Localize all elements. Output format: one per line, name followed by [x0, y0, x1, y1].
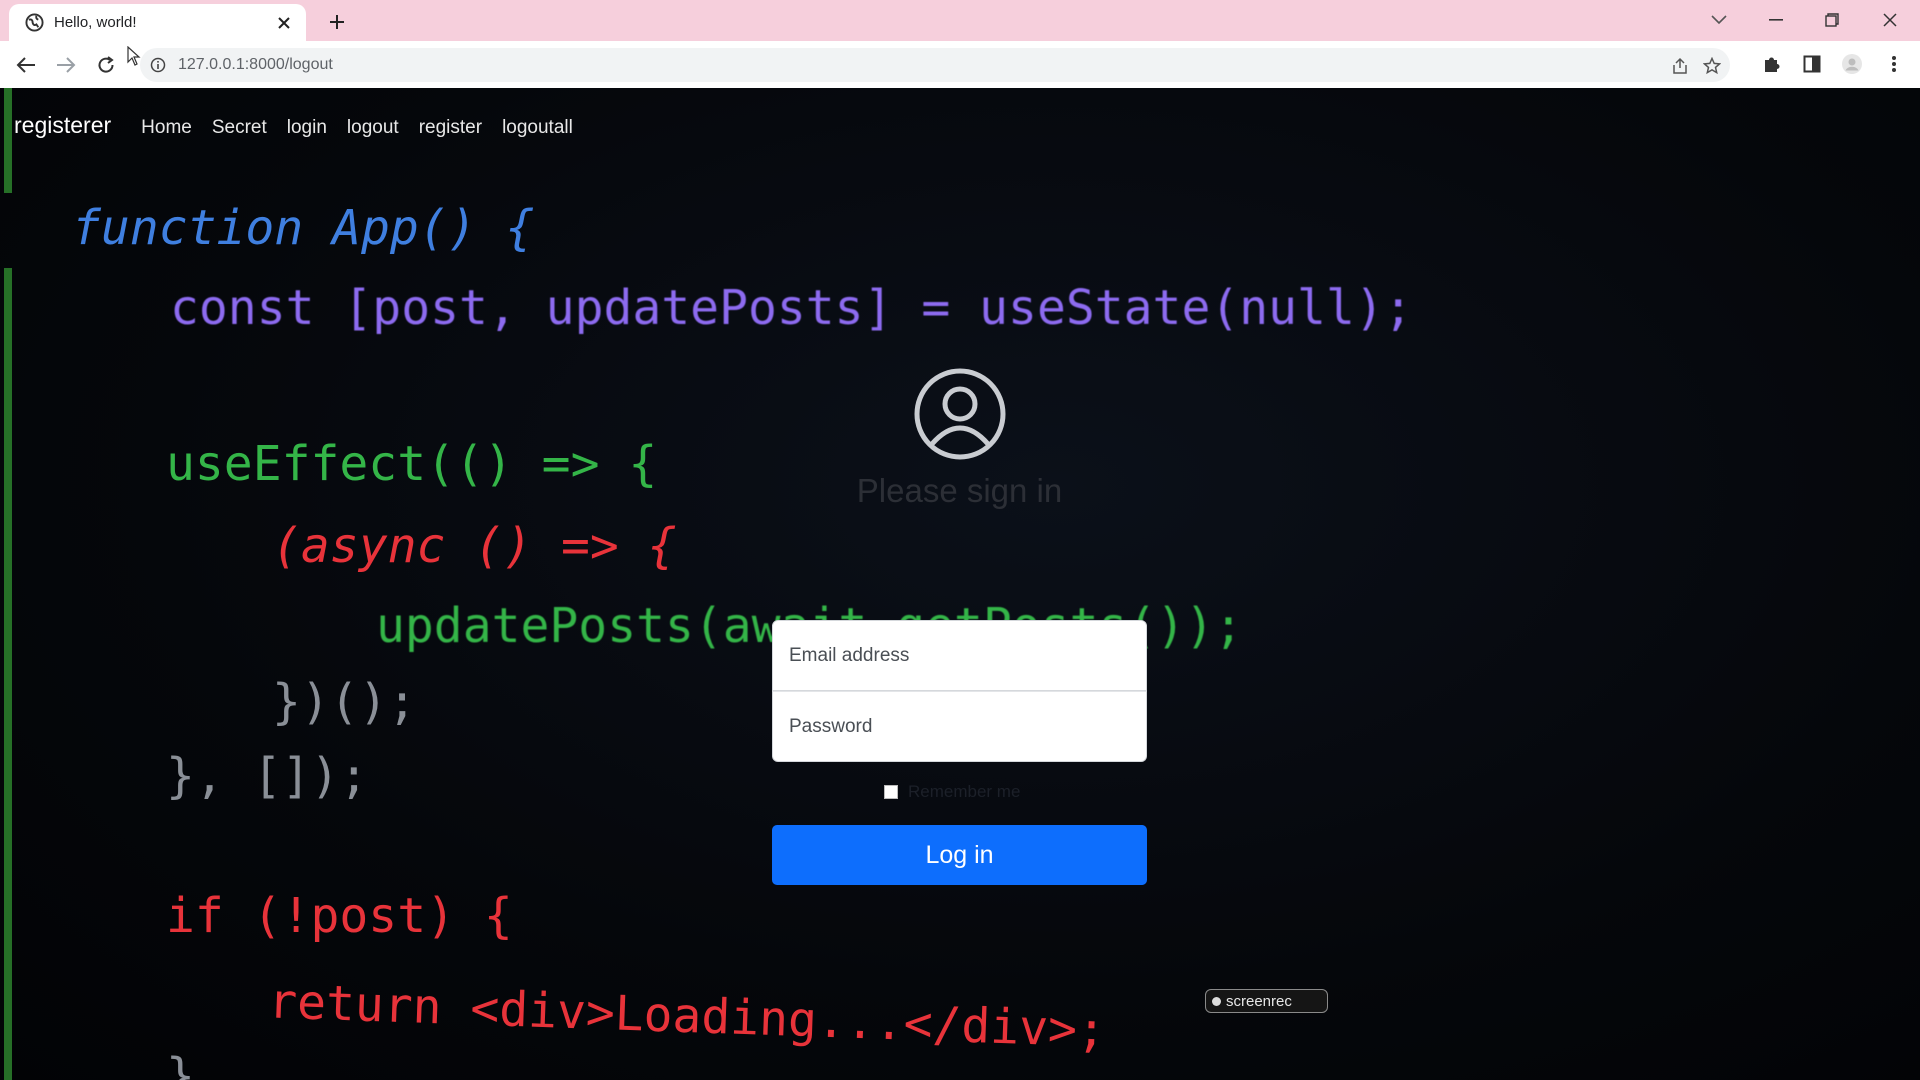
nav-link-home[interactable]: Home	[141, 117, 192, 139]
remember-me-label: Remember me	[908, 782, 1021, 801]
signin-title: Please sign in	[856, 472, 1063, 509]
screenrec-label: screenrec	[1226, 992, 1292, 1010]
kebab-menu-icon[interactable]	[1882, 52, 1906, 76]
record-dot-icon	[1212, 996, 1221, 1006]
remember-me-checkbox[interactable]	[884, 785, 898, 799]
address-bar[interactable]: 127.0.0.1:8000/logout	[140, 48, 1730, 82]
green-accent-bar	[4, 88, 12, 193]
email-field[interactable]: Email address	[772, 620, 1147, 691]
code-line: const [post, updatePosts] = useState(nul…	[170, 280, 1413, 336]
forward-arrow-icon[interactable]	[52, 51, 80, 79]
reload-icon[interactable]	[92, 51, 120, 79]
profile-icon[interactable]	[1840, 52, 1864, 76]
page-viewport: function App() { const [post, updatePost…	[0, 88, 1920, 1080]
code-line: useEffect(() => {	[166, 436, 658, 492]
code-background: function App() { const [post, updatePost…	[0, 88, 1920, 1080]
browser-toolbar: 127.0.0.1:8000/logout	[0, 41, 1920, 88]
code-line: }	[166, 1048, 195, 1080]
browser-tab-strip: Hello, world!	[0, 0, 1920, 41]
tab-title: Hello, world!	[54, 14, 137, 31]
browser-tab[interactable]: Hello, world!	[9, 4, 306, 41]
code-line: if (!post) {	[166, 888, 513, 944]
login-button[interactable]: Log in	[772, 825, 1147, 885]
side-panel-icon[interactable]	[1800, 52, 1824, 76]
close-window-icon[interactable]	[1874, 6, 1906, 34]
nav-link-secret[interactable]: Secret	[212, 117, 267, 139]
chevron-down-icon[interactable]	[1703, 6, 1735, 34]
url-text: 127.0.0.1:8000/logout	[178, 56, 333, 73]
code-line: })();	[272, 674, 417, 730]
mouse-cursor-icon	[127, 45, 141, 66]
close-icon[interactable]	[274, 13, 294, 33]
email-placeholder: Email address	[789, 644, 910, 666]
screenrec-watermark: screenrec	[1205, 989, 1328, 1013]
remember-me: Remember me	[884, 782, 1020, 802]
nav-link-logoutall[interactable]: logoutall	[502, 117, 573, 139]
site-navbar: registerer Home Secret login logout regi…	[14, 112, 593, 140]
code-line: return <div>Loading...</div>;	[267, 973, 1107, 1059]
user-circle-icon	[914, 368, 1006, 460]
password-placeholder: Password	[789, 715, 873, 737]
plus-icon[interactable]	[325, 10, 349, 34]
back-arrow-icon[interactable]	[12, 51, 40, 79]
restore-icon[interactable]	[1816, 6, 1848, 34]
minimize-icon[interactable]	[1760, 6, 1792, 34]
code-line: function App() {	[72, 200, 535, 256]
share-icon[interactable]	[1670, 56, 1690, 76]
nav-link-register[interactable]: register	[419, 117, 482, 139]
code-line: (async () => {	[272, 518, 677, 574]
puzzle-icon[interactable]	[1760, 52, 1784, 76]
globe-icon	[25, 13, 44, 32]
password-field[interactable]: Password	[772, 691, 1147, 762]
info-icon[interactable]	[150, 57, 166, 73]
green-accent-bar	[4, 268, 12, 1080]
nav-link-login[interactable]: login	[287, 117, 327, 139]
star-icon[interactable]	[1702, 56, 1722, 76]
site-brand[interactable]: registerer	[14, 112, 111, 139]
code-line: }, []);	[166, 748, 369, 804]
nav-link-logout[interactable]: logout	[347, 117, 399, 139]
